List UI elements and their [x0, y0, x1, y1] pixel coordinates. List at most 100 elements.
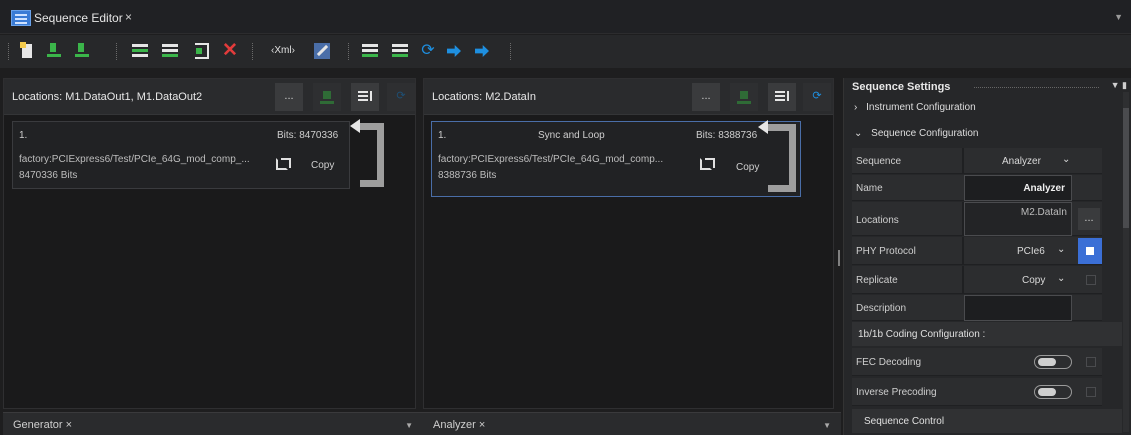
- phy-protocol-select[interactable]: PCIe6: [1017, 246, 1045, 257]
- open-external-icon[interactable]: [276, 158, 291, 170]
- sequence-settings-panel: Sequence Settings ▼ ▮ › Instrument Confi…: [843, 78, 1131, 435]
- replicate-row: Replicate Copy ⌄: [852, 266, 1102, 294]
- locations-more-button[interactable]: ...: [1078, 208, 1100, 230]
- inverse-precoding-toggle[interactable]: [1034, 385, 1072, 399]
- replicate-label: Replicate: [856, 275, 898, 286]
- chevron-down-icon[interactable]: ⌄: [1057, 244, 1065, 255]
- analyzer-refresh-icon[interactable]: ⟳: [803, 83, 831, 111]
- column-divider: [962, 148, 964, 174]
- inverse-precoding-checkbox[interactable]: [1086, 387, 1096, 397]
- replicate-select[interactable]: Copy: [1022, 275, 1045, 286]
- generator-locations: Locations: M1.DataOut1, M1.DataOut2: [12, 91, 203, 103]
- generator-panel-header: Locations: M1.DataOut1, M1.DataOut2 ... …: [4, 79, 415, 115]
- fec-decoding-label: FEC Decoding: [856, 357, 922, 368]
- toolbar-separator: [252, 43, 254, 60]
- tab-analyzer[interactable]: Analyzer × ▼: [423, 412, 841, 435]
- description-label: Description: [856, 303, 907, 314]
- download-all-icon[interactable]: [74, 41, 89, 57]
- instrument-config-toggle[interactable]: › Instrument Configuration: [854, 102, 976, 113]
- tab-menu-icon[interactable]: ▼: [1114, 12, 1123, 22]
- window-title[interactable]: Sequence Editor: [34, 11, 123, 25]
- generator-sequence-block[interactable]: 1. Bits: 8470336 factory:PCIExpress6/Tes…: [12, 121, 350, 189]
- inverse-precoding-row: Inverse Precoding: [852, 378, 1102, 406]
- locations-label: Locations: [856, 215, 899, 226]
- locations-input[interactable]: M2.DataIn: [964, 202, 1072, 236]
- replicate-checkbox[interactable]: [1086, 275, 1096, 285]
- sequence-config-label: Sequence Configuration: [871, 128, 979, 139]
- generator-properties-icon[interactable]: [351, 83, 379, 111]
- tab-dropdown-icon[interactable]: ▼: [405, 421, 413, 430]
- analyzer-download-icon[interactable]: [730, 83, 758, 111]
- delete-icon[interactable]: ✕: [220, 41, 240, 61]
- chevron-down-icon: ⌄: [854, 128, 863, 139]
- toolbar-separator: [510, 43, 512, 60]
- tab-analyzer-label[interactable]: Analyzer ×: [433, 419, 485, 431]
- loop-bracket: [768, 124, 796, 192]
- loop-arrow-icon: [350, 119, 360, 133]
- new-sequence-icon[interactable]: [18, 41, 38, 61]
- tab-generator-label[interactable]: Generator ×: [13, 419, 72, 431]
- edit-icon[interactable]: [312, 41, 332, 61]
- move-left-icon[interactable]: [444, 41, 464, 61]
- insert-block-icon[interactable]: [130, 41, 150, 61]
- open-external-icon[interactable]: [700, 158, 715, 170]
- sequence-size: 8470336 Bits: [19, 170, 78, 181]
- splitter-grip[interactable]: [838, 250, 840, 266]
- analyzer-locations-more-button[interactable]: ...: [692, 83, 720, 111]
- name-row: Name Analyzer: [852, 175, 1102, 201]
- analyzer-panel: Locations: M2.DataIn ... ⟳ 1. Sync and L…: [423, 78, 834, 409]
- generator-locations-more-button[interactable]: ...: [275, 83, 303, 111]
- panel-options-icon[interactable]: ▼ ▮: [1111, 80, 1127, 91]
- download-icon[interactable]: [46, 41, 61, 57]
- toolbar-separator: [8, 43, 10, 60]
- copy-mode: Copy: [311, 160, 335, 171]
- chevron-down-icon[interactable]: ⌄: [1057, 273, 1065, 284]
- analyzer-sequence-block[interactable]: 1. Sync and Loop Bits: 8388736 factory:P…: [431, 121, 801, 197]
- sequence-control-section[interactable]: Sequence Control: [852, 409, 1122, 433]
- generator-refresh-icon[interactable]: ⟳: [387, 83, 415, 111]
- append-block-icon[interactable]: [160, 41, 180, 61]
- close-tab-button[interactable]: ×: [125, 10, 132, 24]
- toolbar-separator: [348, 43, 350, 60]
- settings-title: Sequence Settings: [852, 81, 951, 93]
- move-block-icon[interactable]: [360, 41, 380, 61]
- description-input[interactable]: [964, 295, 1072, 321]
- description-row: Description: [852, 295, 1102, 321]
- phy-protocol-checkbox[interactable]: [1078, 238, 1102, 264]
- settings-scrollbar-thumb[interactable]: [1123, 108, 1129, 228]
- sequence-select[interactable]: Analyzer: [1002, 156, 1041, 167]
- sequence-path: factory:PCIExpress6/Test/PCIe_64G_mod_co…: [19, 154, 250, 165]
- name-input[interactable]: Analyzer: [964, 175, 1072, 201]
- loop-arrow-icon: [758, 120, 768, 134]
- xml-export-button[interactable]: ‹Xml›: [262, 41, 304, 61]
- column-divider: [962, 237, 964, 265]
- generator-download-icon[interactable]: [313, 83, 341, 111]
- sequence-path: factory:PCIExpress6/Test/PCIe_64G_mod_co…: [438, 154, 664, 165]
- sequence-label: Sequence: [856, 156, 902, 167]
- tab-generator[interactable]: Generator × ▼: [3, 412, 423, 435]
- move-right-icon[interactable]: [472, 41, 492, 61]
- name-label: Name: [856, 183, 883, 194]
- insert-loop-icon[interactable]: [192, 41, 212, 61]
- inverse-precoding-label: Inverse Precoding: [856, 387, 937, 398]
- name-value: Analyzer: [1023, 183, 1065, 194]
- sequence-editor-icon: [11, 10, 31, 26]
- tab-dropdown-icon[interactable]: ▼: [823, 421, 831, 430]
- sequence-bits: Bits: 8470336: [277, 130, 339, 141]
- locations-row: Locations M2.DataIn ...: [852, 202, 1102, 236]
- fec-decoding-row: FEC Decoding: [852, 348, 1102, 376]
- analyzer-properties-icon[interactable]: [768, 83, 796, 111]
- sequence-config-toggle[interactable]: ⌄ Sequence Configuration: [854, 128, 978, 139]
- header-divider: [974, 87, 1099, 88]
- instrument-config-label: Instrument Configuration: [866, 102, 976, 113]
- fec-decoding-toggle[interactable]: [1034, 355, 1072, 369]
- chevron-down-icon[interactable]: ⌄: [1062, 154, 1070, 165]
- settings-header: Sequence Settings ▼ ▮: [844, 78, 1131, 96]
- column-divider: [962, 266, 964, 294]
- locations-value: M2.DataIn: [1020, 207, 1067, 218]
- block-properties-icon[interactable]: [390, 41, 410, 61]
- fec-decoding-checkbox[interactable]: [1086, 357, 1096, 367]
- phy-protocol-row: PHY Protocol PCIe6 ⌄: [852, 237, 1102, 265]
- sequence-index: 1.: [19, 130, 28, 141]
- refresh-icon[interactable]: ⟳: [418, 41, 438, 61]
